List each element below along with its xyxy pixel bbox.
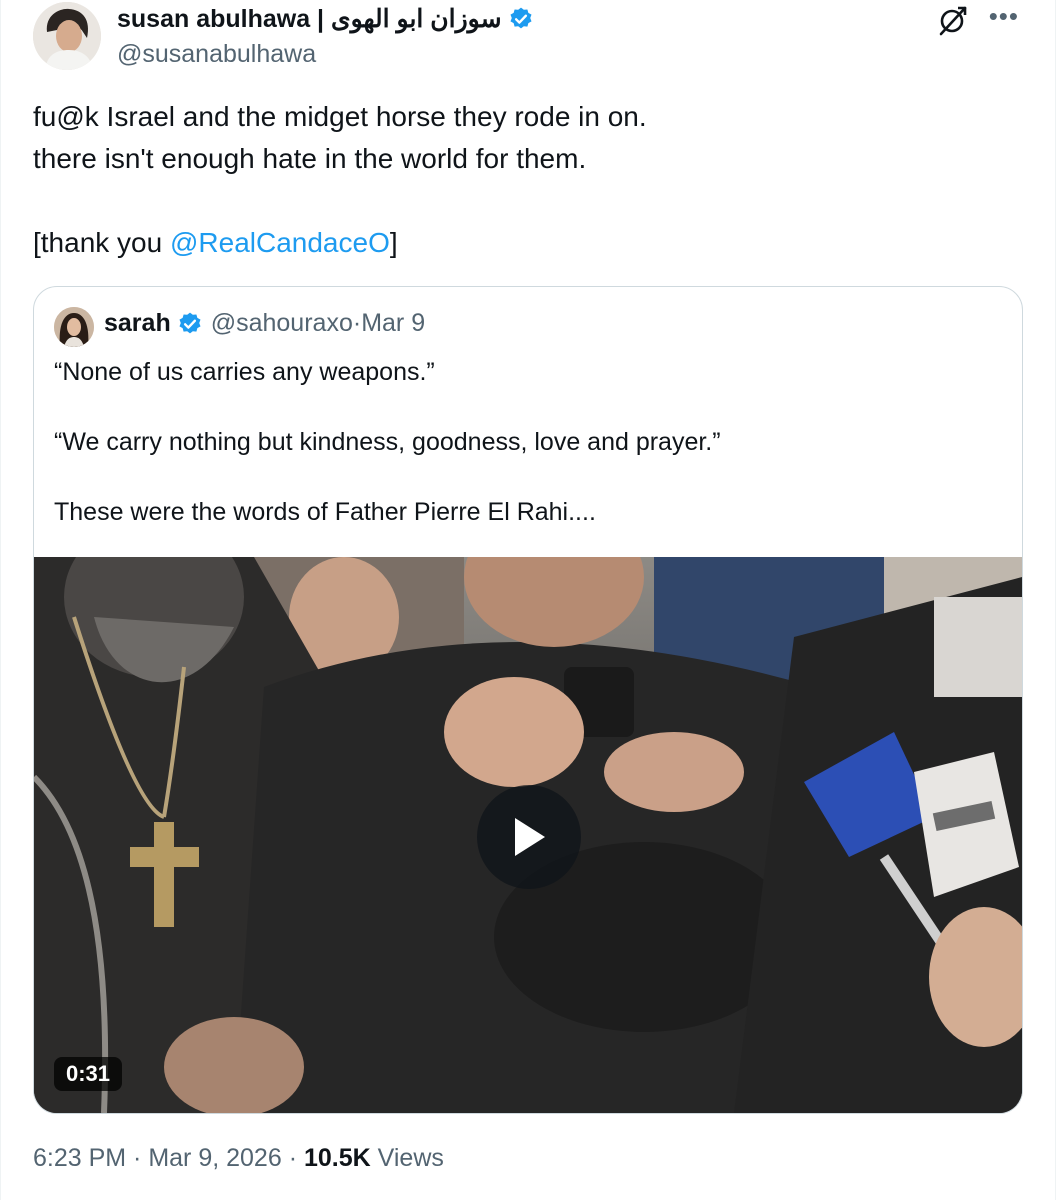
quoted-author-avatar[interactable] <box>54 307 94 347</box>
mention-link[interactable]: @RealCandaceO <box>170 227 390 258</box>
tweet-footer: 6:23 PM · Mar 9, 2026 · 10.5K Views <box>33 1144 444 1173</box>
author-handle[interactable]: @susanabulhawa <box>117 40 316 69</box>
tweet-actions-top: ••• <box>937 3 1019 36</box>
quoted-tweet[interactable]: sarah @sahouraxo · Mar 9 “None of us car… <box>33 286 1023 1114</box>
quoted-date[interactable]: Mar 9 <box>361 309 425 338</box>
tweet-time[interactable]: 6:23 PM <box>33 1144 126 1172</box>
quoted-meta-separator: · <box>352 309 362 337</box>
footer-separator-2: · <box>281 1144 304 1172</box>
author-avatar[interactable] <box>33 2 101 70</box>
author-row: susan abulhawa | سوزان ابو الهوى <box>117 4 534 34</box>
more-icon[interactable]: ••• <box>989 3 1019 29</box>
tweet-date[interactable]: Mar 9, 2026 <box>148 1144 281 1172</box>
grok-icon[interactable] <box>937 4 969 36</box>
tweet-card: susan abulhawa | سوزان ابو الهوى @susana… <box>0 0 1056 1200</box>
views-label: Views <box>377 1144 444 1172</box>
author-name[interactable]: susan abulhawa | سوزان ابو الهوى <box>117 4 502 34</box>
play-icon <box>515 818 545 856</box>
video-duration: 0:31 <box>54 1057 123 1091</box>
views-count[interactable]: 10.5K <box>304 1144 371 1172</box>
quoted-author-handle[interactable]: @sahouraxo <box>211 309 353 338</box>
play-button[interactable] <box>477 785 581 889</box>
quoted-author-name[interactable]: sarah <box>104 309 171 338</box>
tweet-text: fu@k Israel and the midget horse they ro… <box>33 96 1013 264</box>
footer-separator: · <box>126 1144 149 1172</box>
verified-badge-icon <box>179 312 201 333</box>
tweet-text-end: ] <box>389 227 398 258</box>
verified-badge-icon <box>510 7 532 29</box>
video-player[interactable]: 0:31 <box>34 557 1022 1113</box>
quoted-text: “None of us carries any weapons.” “We ca… <box>54 358 721 526</box>
quoted-header: sarah @sahouraxo · Mar 9 <box>104 309 425 338</box>
